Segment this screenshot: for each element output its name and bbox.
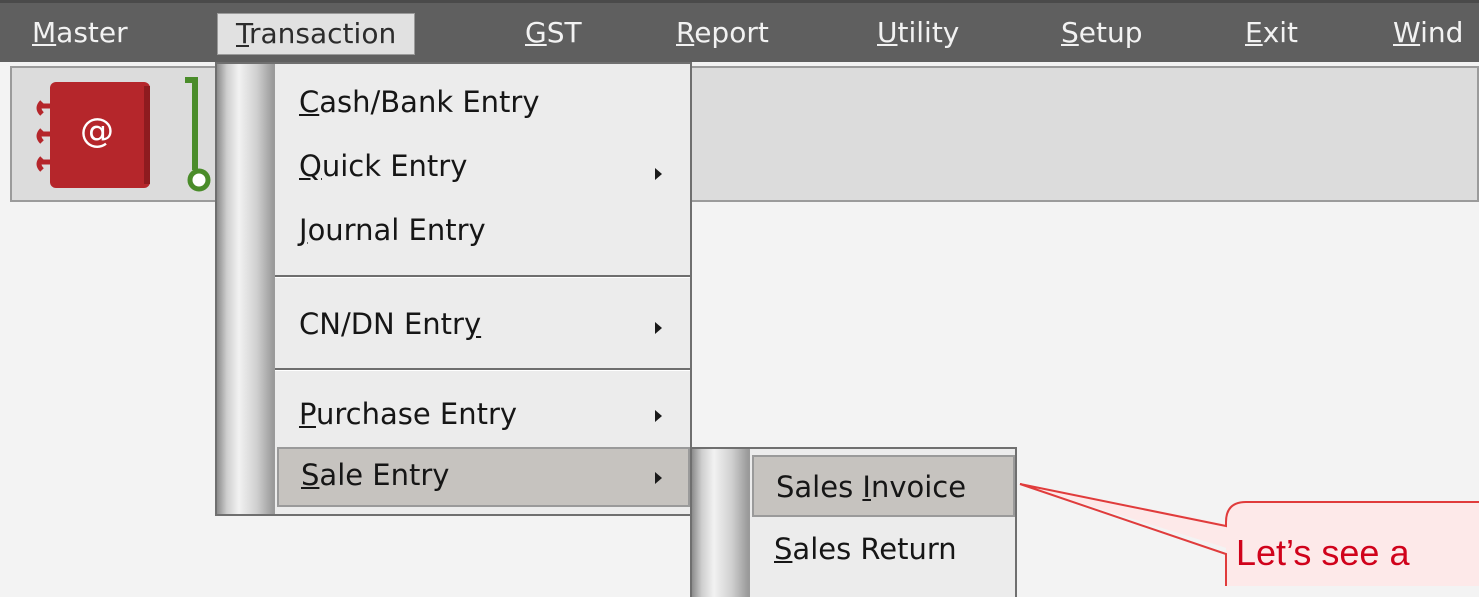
menu-separator — [275, 275, 690, 278]
menu-separator — [275, 368, 690, 371]
menu-item-label: Sales — [776, 470, 863, 504]
menu-item-label: CN/DN Entr — [299, 307, 464, 341]
menu-item-label: ournal Entry — [307, 213, 486, 247]
menu-item-label: urchase Entry — [315, 397, 518, 431]
menu-item-label: ales Return — [792, 532, 957, 566]
menu-label: ind — [1420, 16, 1464, 49]
menu-transaction[interactable]: Transaction — [217, 13, 416, 55]
menu-accel: S — [774, 532, 793, 566]
menu-accel: R — [676, 16, 695, 49]
sale-entry-submenu: Sales Invoice Sales Return — [690, 447, 1017, 597]
menu-item-sale-entry[interactable]: Sale Entry — [277, 447, 690, 507]
submenu-arrow-icon — [655, 168, 662, 180]
menu-item-label: ash/Bank Entry — [319, 85, 540, 119]
transaction-menu: Cash/Bank Entry Quick Entry Journal Entr… — [215, 62, 692, 516]
menu-item-purchase-entry[interactable]: Purchase Entry — [299, 394, 517, 434]
menu-master[interactable]: Master — [32, 13, 128, 55]
menu-item-journal-entry[interactable]: Journal Entry — [299, 210, 486, 250]
menu-window[interactable]: Wind — [1393, 13, 1463, 55]
menu-item-cash-bank-entry[interactable]: Cash/Bank Entry — [299, 82, 540, 122]
menu-setup[interactable]: Setup — [1061, 13, 1143, 55]
menu-item-quick-entry[interactable]: Quick Entry — [299, 146, 467, 186]
menu-item-sales-return[interactable]: Sales Return — [774, 529, 957, 569]
menu-label: aster — [56, 16, 128, 49]
menu-item-label: ale Entry — [319, 458, 450, 492]
menu-gst[interactable]: GST — [525, 13, 582, 55]
menu-item-label: nvoice — [870, 470, 967, 504]
menu-item-cn-dn-entry[interactable]: CN/DN Entry — [299, 304, 481, 344]
menu-accel: S — [301, 458, 320, 492]
menu-gutter — [692, 449, 750, 597]
submenu-arrow-icon — [655, 472, 662, 484]
menu-label: etup — [1078, 16, 1143, 49]
menu-label: tility — [897, 16, 960, 49]
menu-report[interactable]: Report — [676, 13, 769, 55]
menu-gutter — [217, 64, 275, 514]
menu-bar: Master Transaction GST Report Utility Se… — [0, 0, 1479, 62]
menu-accel: S — [1061, 16, 1079, 49]
menu-utility[interactable]: Utility — [877, 13, 959, 55]
menu-label: ST — [546, 16, 582, 49]
menu-accel: C — [299, 85, 320, 119]
menu-accel: U — [877, 16, 898, 49]
menu-accel: I — [862, 470, 871, 504]
menu-item-label: uick Entry — [321, 149, 468, 183]
menu-exit[interactable]: Exit — [1245, 13, 1298, 55]
menu-accel: y — [463, 307, 482, 341]
callout-text: Let’s see a — [1236, 532, 1410, 573]
menu-item-sales-invoice[interactable]: Sales Invoice — [752, 455, 1015, 517]
menu-accel: J — [299, 213, 308, 247]
submenu-arrow-icon — [655, 322, 662, 334]
menu-accel: M — [32, 16, 57, 49]
menu-label: xit — [1262, 16, 1299, 49]
address-book-icon[interactable]: @ — [34, 80, 158, 192]
menu-label: eport — [694, 16, 769, 49]
svg-text:@: @ — [80, 111, 114, 151]
menu-label: ransaction — [249, 17, 397, 50]
menu-accel: Q — [299, 149, 322, 183]
submenu-arrow-icon — [655, 410, 662, 422]
menu-accel: P — [299, 397, 316, 431]
menu-accel: W — [1393, 16, 1421, 49]
menu-accel: T — [236, 17, 249, 50]
menu-accel: E — [1245, 16, 1263, 49]
menu-accel: G — [525, 16, 547, 49]
